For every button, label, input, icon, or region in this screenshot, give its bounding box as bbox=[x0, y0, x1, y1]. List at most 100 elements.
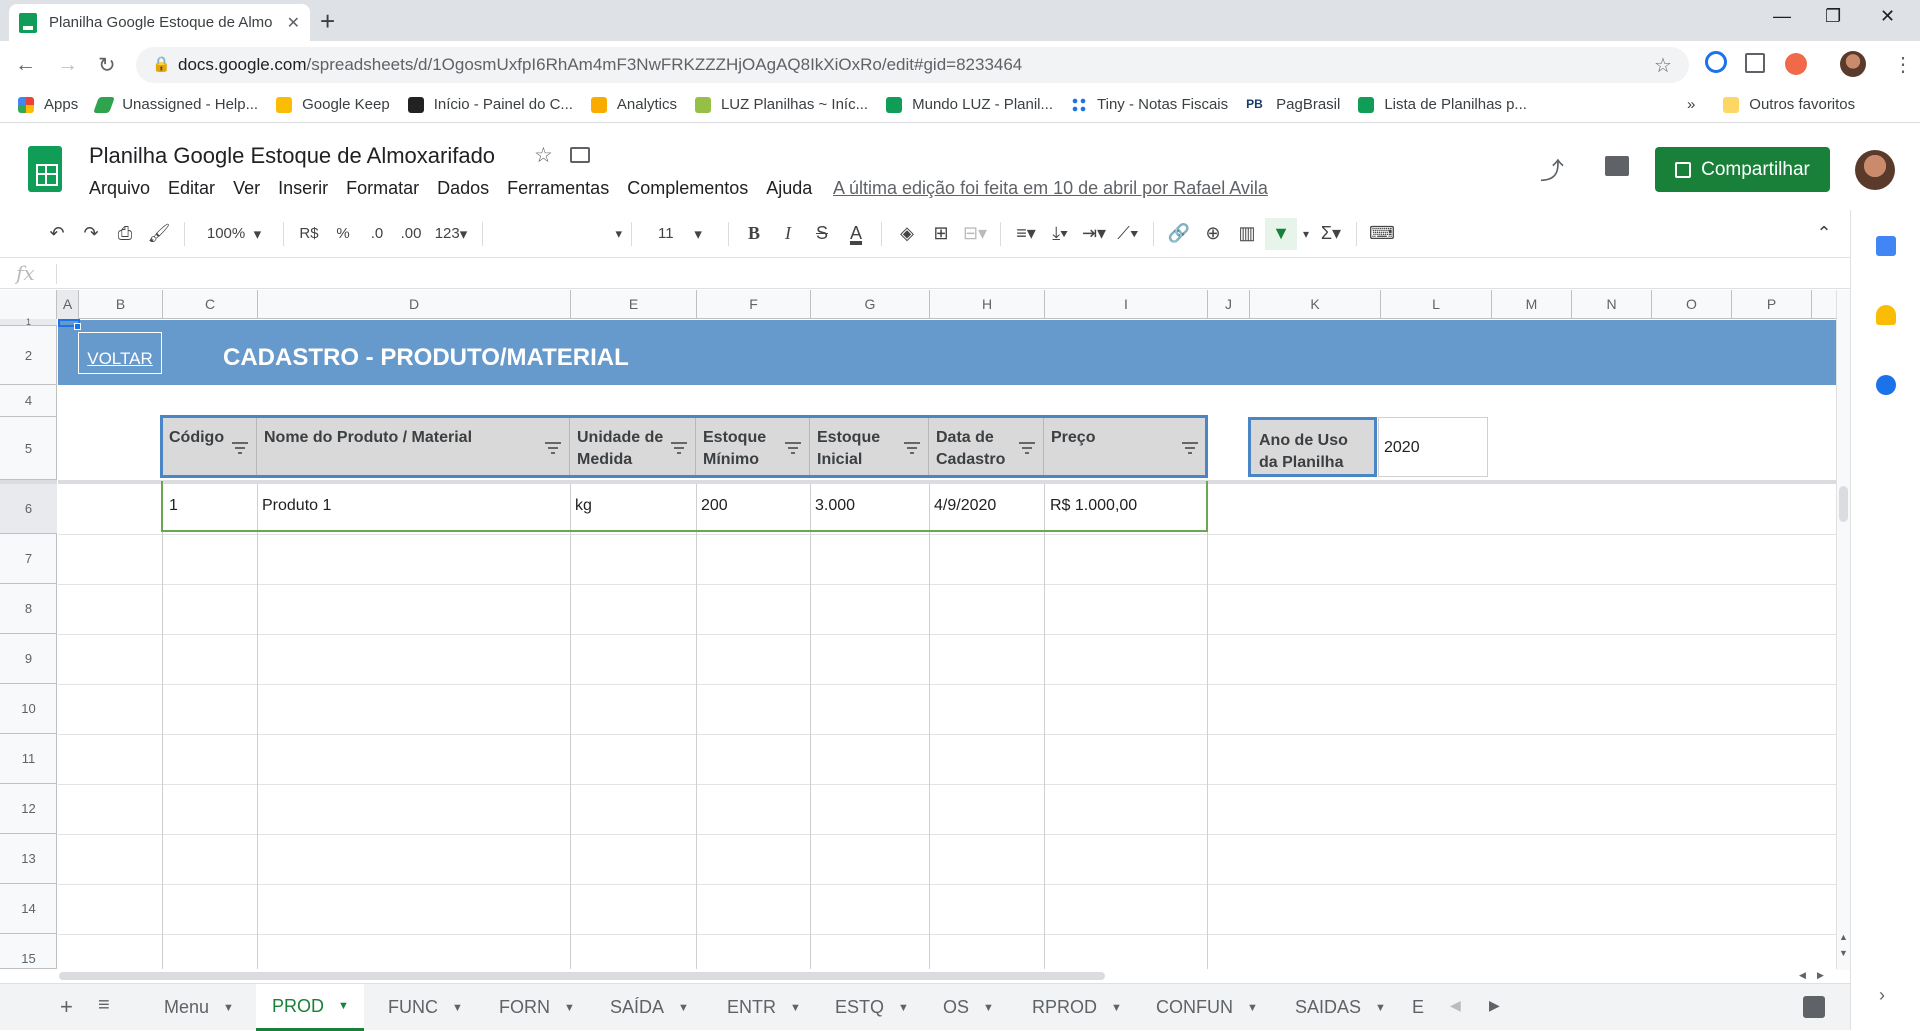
fill-color-icon[interactable]: ◈ bbox=[891, 218, 923, 250]
bookmark-tiny[interactable]: Tiny - Notas Fiscais bbox=[1071, 96, 1228, 113]
filter-button-icon[interactable] bbox=[671, 442, 687, 454]
calendar-icon[interactable] bbox=[1876, 236, 1896, 256]
formula-bar[interactable]: fx bbox=[0, 259, 1850, 289]
bookmark-mundo-luz[interactable]: Mundo LUZ - Planil... bbox=[886, 96, 1053, 113]
paint-format-icon[interactable]: 🖌 bbox=[143, 218, 175, 250]
doc-title[interactable]: Planilha Google Estoque de Almoxarifado bbox=[89, 143, 495, 169]
address-bar[interactable]: 🔒 docs.google.com/spreadsheets/d/1OgosmU… bbox=[136, 47, 1689, 83]
italic-icon[interactable]: I bbox=[772, 218, 804, 250]
menu-arquivo[interactable]: Arquivo bbox=[89, 178, 150, 199]
bookmark-analytics[interactable]: Analytics bbox=[590, 96, 677, 113]
sheets-logo-icon[interactable] bbox=[28, 146, 62, 192]
sheet-tab-entr[interactable]: ENTR ▼ bbox=[711, 984, 815, 1031]
tabs-scroll-right-icon[interactable]: ▶ bbox=[1489, 997, 1500, 1014]
bold-icon[interactable]: B bbox=[738, 218, 770, 250]
insert-comment-icon[interactable]: ⊕ bbox=[1197, 218, 1229, 250]
more-formats-button[interactable]: 123 ▾ bbox=[429, 218, 473, 250]
all-sheets-icon[interactable]: ≡ bbox=[98, 994, 110, 1017]
collapse-menus-icon[interactable]: ⌃ bbox=[1808, 218, 1840, 250]
sheet-tab-menu[interactable]: Menu ▼ bbox=[148, 984, 254, 1031]
row-header[interactable]: 6 bbox=[0, 484, 57, 534]
column-header[interactable]: M bbox=[1492, 290, 1572, 319]
row-header[interactable]: 10 bbox=[0, 684, 57, 734]
column-header[interactable]: J bbox=[1208, 290, 1250, 319]
add-sheet-icon[interactable]: + bbox=[60, 994, 73, 1020]
column-header[interactable]: G bbox=[811, 290, 930, 319]
text-rotation-icon[interactable]: ⟋▾ bbox=[1112, 218, 1144, 250]
expand-panel-icon[interactable]: › bbox=[1879, 985, 1885, 1006]
tasks-icon[interactable] bbox=[1876, 375, 1896, 395]
last-edit-link[interactable]: A última edição foi feita em 10 de abril… bbox=[833, 178, 1268, 199]
sheet-tab-e[interactable]: E bbox=[1406, 984, 1436, 1031]
password-manager-icon[interactable] bbox=[1705, 51, 1727, 73]
menu-ajuda[interactable]: Ajuda bbox=[766, 178, 812, 199]
menu-editar[interactable]: Editar bbox=[168, 178, 215, 199]
percent-format-button[interactable]: % bbox=[327, 218, 359, 250]
browser-tab[interactable]: Planilha Google Estoque de Almo ✕ bbox=[9, 4, 310, 41]
bookmark-google-keep[interactable]: Google Keep bbox=[276, 96, 390, 113]
filter-button-icon[interactable] bbox=[232, 442, 248, 454]
explore-icon[interactable] bbox=[1803, 996, 1825, 1018]
sheet-tab-os[interactable]: OS ▼ bbox=[927, 984, 1015, 1031]
close-tab-icon[interactable]: ✕ bbox=[287, 13, 300, 33]
filter-views-dropdown-icon[interactable]: ▾ bbox=[1299, 218, 1313, 250]
scroll-up-icon[interactable]: ▲ bbox=[1839, 932, 1848, 942]
scroll-down-icon[interactable]: ▼ bbox=[1839, 948, 1848, 958]
increase-decimal-button[interactable]: .00 bbox=[395, 218, 427, 250]
column-header[interactable]: H bbox=[930, 290, 1045, 319]
row-header[interactable]: 12 bbox=[0, 784, 57, 834]
decrease-decimal-button[interactable]: .0 bbox=[361, 218, 393, 250]
sheet-tab-prod[interactable]: PROD ▼ bbox=[256, 984, 364, 1031]
column-header[interactable]: F bbox=[697, 290, 811, 319]
row-header[interactable]: 9 bbox=[0, 634, 57, 684]
filter-button-icon[interactable] bbox=[1019, 442, 1035, 454]
bookmark-unassigned[interactable]: Unassigned - Help... bbox=[93, 96, 258, 113]
bookmark-inicio[interactable]: Início - Painel do C... bbox=[407, 96, 573, 113]
borders-icon[interactable]: ⊞ bbox=[925, 218, 957, 250]
row-header[interactable]: 4 bbox=[0, 385, 57, 417]
minimize-icon[interactable]: — bbox=[1773, 6, 1791, 27]
column-header[interactable]: A bbox=[57, 290, 79, 319]
filter-button-icon[interactable] bbox=[904, 442, 920, 454]
bookmarks-overflow-icon[interactable]: » bbox=[1687, 96, 1695, 113]
sheet-tab-rprod[interactable]: RPROD ▼ bbox=[1016, 984, 1136, 1031]
horizontal-align-icon[interactable]: ≡▾ bbox=[1010, 218, 1042, 250]
row-header[interactable]: 5 bbox=[0, 417, 57, 480]
menu-inserir[interactable]: Inserir bbox=[278, 178, 328, 199]
column-header[interactable]: L bbox=[1381, 290, 1492, 319]
bookmark-outros[interactable]: Outros favoritos bbox=[1723, 96, 1855, 113]
sheet-tab-saida[interactable]: SAÍDA ▼ bbox=[594, 984, 704, 1031]
back-icon[interactable]: ← bbox=[15, 53, 36, 77]
horizontal-scroll-thumb[interactable] bbox=[59, 972, 1105, 980]
row-header[interactable]: 7 bbox=[0, 534, 57, 584]
scroll-left-icon[interactable]: ◀ bbox=[1799, 970, 1806, 981]
sheet-tab-saidas[interactable]: SAIDAS ▼ bbox=[1279, 984, 1404, 1031]
row-header[interactable]: 1 bbox=[0, 318, 57, 327]
close-window-icon[interactable]: ✕ bbox=[1880, 6, 1895, 27]
print-icon[interactable]: ⎙ bbox=[109, 218, 141, 250]
column-header[interactable]: C bbox=[163, 290, 258, 319]
select-all-corner[interactable] bbox=[0, 290, 57, 319]
filter-icon[interactable]: ▼ bbox=[1265, 217, 1297, 250]
bookmark-lista[interactable]: Lista de Planilhas p... bbox=[1358, 96, 1527, 113]
row-header[interactable]: 2 bbox=[0, 326, 57, 385]
sheet-tab-func[interactable]: FUNC ▼ bbox=[372, 984, 476, 1031]
menu-formatar[interactable]: Formatar bbox=[346, 178, 419, 199]
row-header[interactable]: 8 bbox=[0, 584, 57, 634]
extension-notes-icon[interactable] bbox=[1745, 53, 1765, 73]
insert-chart-icon[interactable]: ▥ bbox=[1231, 218, 1263, 250]
row-header[interactable]: 11 bbox=[0, 734, 57, 784]
column-header[interactable]: K bbox=[1250, 290, 1381, 319]
row-header[interactable]: 13 bbox=[0, 834, 57, 884]
font-family-select[interactable]: ▾ bbox=[492, 218, 622, 250]
currency-format-button[interactable]: R$ bbox=[293, 218, 325, 250]
ano-value[interactable]: 2020 bbox=[1378, 417, 1488, 477]
voltar-link[interactable]: VOLTAR bbox=[78, 332, 162, 374]
vertical-scrollbar[interactable]: ▲ ▼ bbox=[1836, 290, 1850, 970]
column-header[interactable]: N bbox=[1572, 290, 1652, 319]
extension-k-icon[interactable] bbox=[1785, 53, 1807, 75]
undo-icon[interactable]: ↶ bbox=[41, 218, 73, 250]
account-avatar[interactable] bbox=[1855, 150, 1895, 190]
bookmark-luz-planilhas[interactable]: LUZ Planilhas ~ Iníc... bbox=[694, 96, 868, 113]
grid-cells[interactable]: VOLTAR CADASTRO - PRODUTO/MATERIAL Códig… bbox=[58, 319, 1836, 969]
